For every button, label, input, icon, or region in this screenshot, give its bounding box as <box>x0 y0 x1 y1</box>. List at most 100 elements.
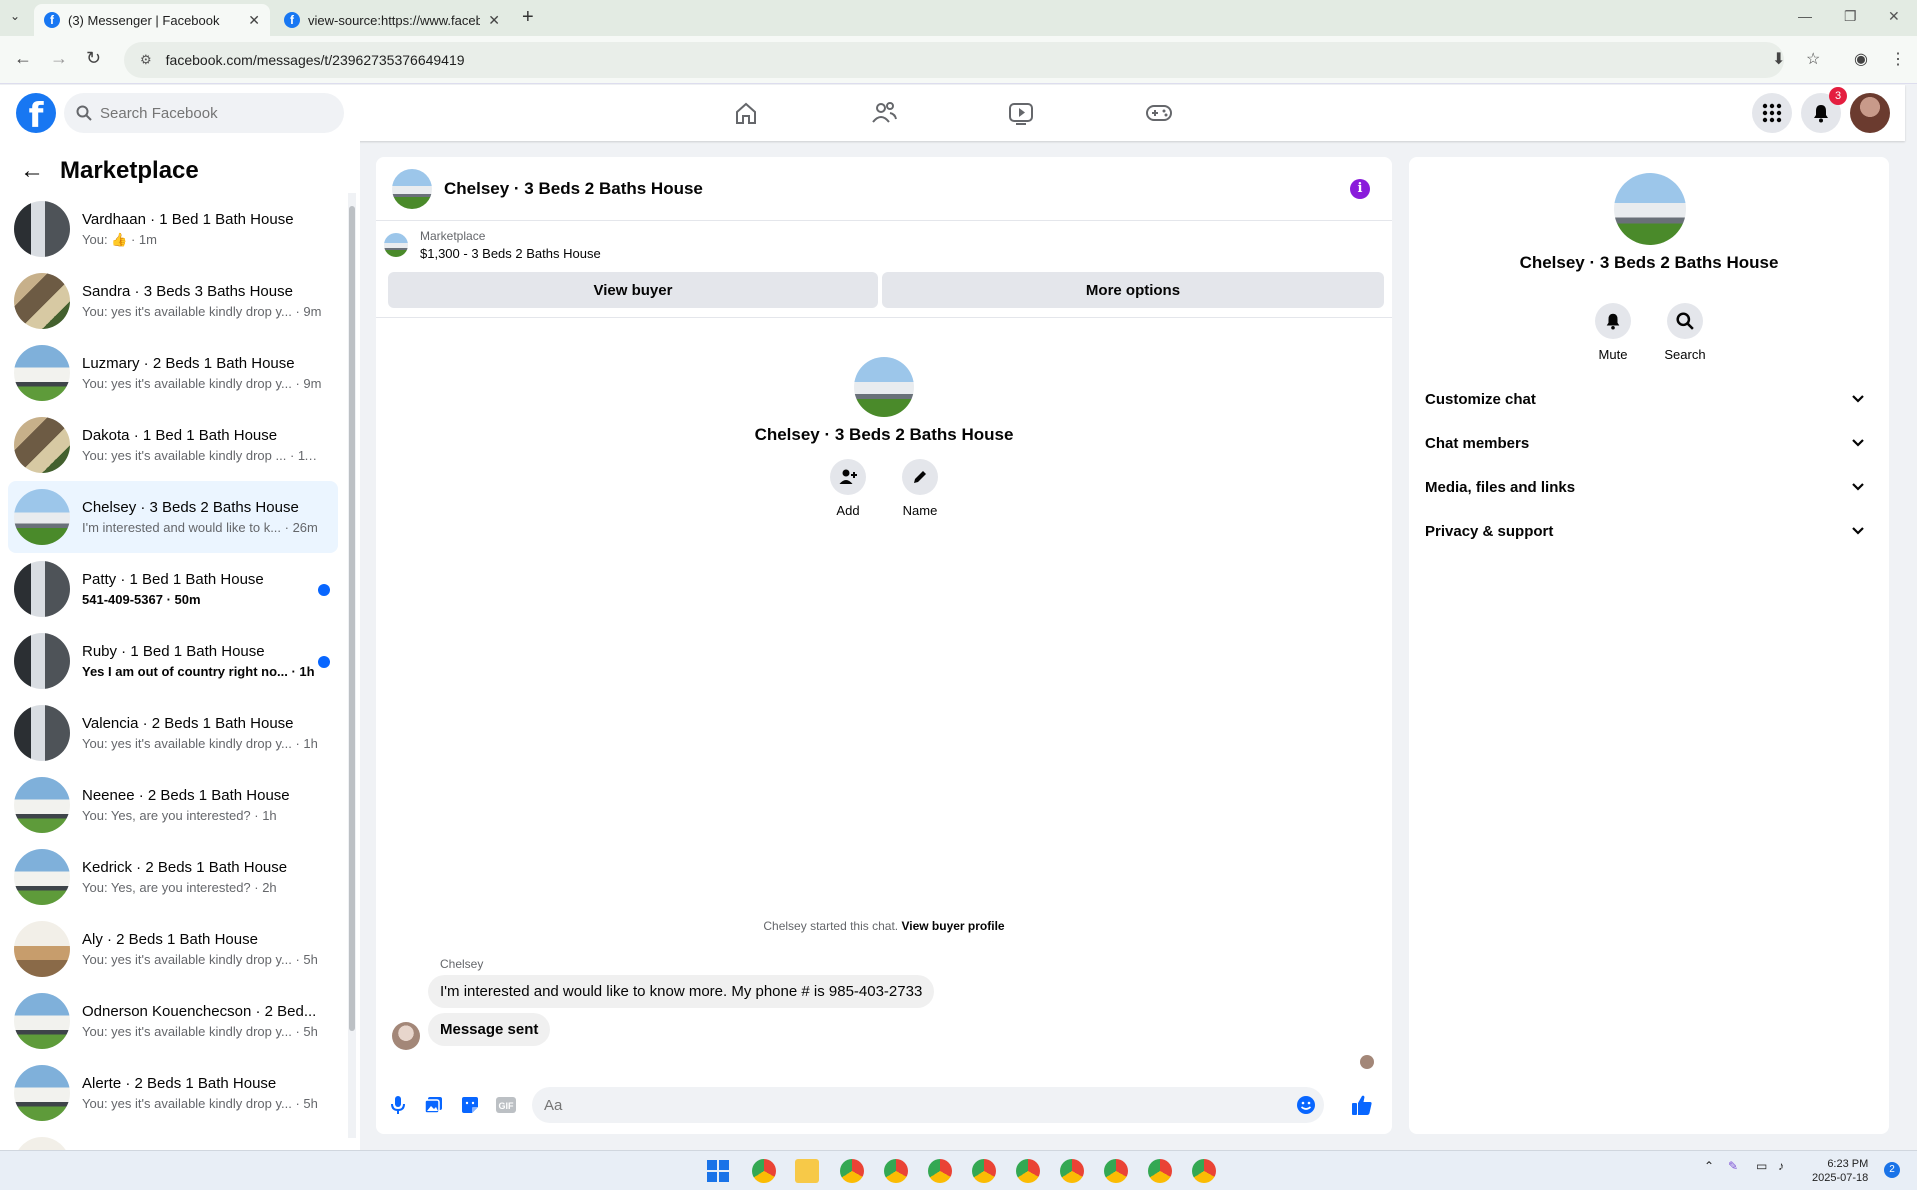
chat-title[interactable]: Chelsey · 3 Beds 2 Baths House <box>444 179 703 199</box>
notifications-button[interactable]: 3 <box>1801 87 1847 133</box>
bell-icon <box>1606 313 1620 330</box>
mute-button[interactable]: Mute <box>1595 303 1631 362</box>
conversation-item[interactable]: Sandra · 3 Beds 3 Baths House You: yes it… <box>8 265 338 337</box>
windows-start-icon[interactable] <box>706 1159 730 1183</box>
grid-menu-icon <box>1762 103 1782 123</box>
url-field[interactable]: ⚙ facebook.com/messages/t/23962735376649… <box>124 42 1784 78</box>
profile-icon[interactable]: ◉ <box>1854 49 1868 69</box>
friends-nav[interactable] <box>864 95 904 131</box>
bookmark-star-icon[interactable]: ☆ <box>1806 49 1820 69</box>
menu-kebab-icon[interactable]: ⋮ <box>1890 49 1906 69</box>
system-clock[interactable]: 6:23 PM 2025-07-18 <box>1812 1157 1868 1185</box>
conversation-item[interactable]: Jhonny · 3 Beds 1 Bath House <box>8 1129 338 1150</box>
site-info-icon[interactable]: ⚙ <box>140 52 152 68</box>
view-buyer-button[interactable]: View buyer <box>388 272 878 308</box>
conversation-item[interactable]: Patty · 1 Bed 1 Bath House 541-409-5367 ·… <box>8 553 338 625</box>
tab-title: (3) Messenger | Facebook <box>68 12 220 28</box>
emoji-icon[interactable] <box>1296 1095 1316 1115</box>
close-tab-icon[interactable]: ✕ <box>488 12 500 29</box>
notification-center-badge[interactable]: 2 <box>1884 1162 1900 1178</box>
facebook-header: f 3 <box>0 85 1905 141</box>
conversation-item[interactable]: Luzmary · 2 Beds 1 Bath House You: yes it… <box>8 337 338 409</box>
install-icon[interactable]: ⬇ <box>1772 49 1785 69</box>
add-people-button[interactable]: Add <box>830 459 866 518</box>
marketplace-listing-bar[interactable]: Marketplace $1,300 - 3 Beds 2 Baths Hous… <box>384 229 601 261</box>
chrome-icon[interactable] <box>928 1159 952 1183</box>
details-section-row[interactable]: Chat members <box>1425 421 1873 465</box>
tab-search-icon[interactable]: ⌄ <box>10 9 20 23</box>
voice-clip-button[interactable] <box>380 1095 416 1115</box>
conversation-thumbnail <box>14 489 70 545</box>
conversation-item[interactable]: Vardhaan · 1 Bed 1 Bath House You: 👍 · 1m <box>8 193 338 265</box>
chat-header-thumbnail[interactable] <box>392 168 432 209</box>
search-in-chat-button[interactable]: Search <box>1664 303 1706 362</box>
chrome-icon[interactable] <box>752 1159 776 1183</box>
name-chat-button[interactable]: Name <box>902 459 938 518</box>
message-input[interactable] <box>544 1096 1264 1114</box>
tray-chevron-icon[interactable]: ⌃ <box>1704 1159 1714 1173</box>
chat-panel: Chelsey · 3 Beds 2 Baths House i Marketp… <box>376 157 1392 1134</box>
details-section-row[interactable]: Privacy & support <box>1425 509 1873 553</box>
chrome-icon[interactable] <box>1192 1159 1216 1183</box>
chrome-icon[interactable] <box>1060 1159 1084 1183</box>
more-options-button[interactable]: More options <box>882 272 1384 308</box>
conversation-item[interactable]: Kedrick · 2 Beds 1 Bath House You: Yes, a… <box>8 841 338 913</box>
conversation-name: Luzmary · 2 Beds 1 Bath House <box>82 355 295 372</box>
minimize-icon[interactable]: — <box>1798 8 1812 24</box>
chrome-icon[interactable] <box>1016 1159 1040 1183</box>
chat-details-panel: Chelsey · 3 Beds 2 Baths House Mute Sear… <box>1409 157 1889 1134</box>
file-explorer-icon[interactable] <box>795 1159 819 1183</box>
view-buyer-profile-link[interactable]: View buyer profile <box>901 919 1004 933</box>
chrome-icon[interactable] <box>884 1159 908 1183</box>
back-arrow-icon[interactable]: ← <box>20 157 44 185</box>
menu-button[interactable] <box>1752 93 1792 133</box>
message-input-box[interactable] <box>532 1087 1324 1123</box>
chrome-icon[interactable] <box>840 1159 864 1183</box>
conversation-item[interactable]: Alerte · 2 Beds 1 Bath House You: yes it'… <box>8 1057 338 1129</box>
facebook-logo-icon[interactable]: f <box>16 93 56 133</box>
search-input[interactable] <box>100 104 320 122</box>
conversation-item[interactable]: Dakota · 1 Bed 1 Bath House You: yes it's… <box>8 409 338 481</box>
conversation-item[interactable]: Aly · 2 Beds 1 Bath House You: yes it's a… <box>8 913 338 985</box>
conversation-item[interactable]: Valencia · 2 Beds 1 Bath House You: yes i… <box>8 697 338 769</box>
sidebar-scroll-thumb[interactable] <box>349 206 355 1031</box>
reload-icon[interactable]: ↻ <box>86 48 101 69</box>
account-avatar[interactable] <box>1850 93 1890 133</box>
gaming-nav[interactable] <box>1139 95 1179 131</box>
details-actions: Mute Search <box>1409 303 1889 362</box>
back-icon[interactable]: ← <box>14 48 32 69</box>
search-label: Search <box>1664 347 1706 362</box>
network-icon[interactable]: ▭ <box>1756 1159 1767 1173</box>
message-bubble[interactable]: Message sent <box>428 1013 551 1046</box>
details-section-row[interactable]: Customize chat <box>1425 377 1873 421</box>
close-tab-icon[interactable]: ✕ <box>248 12 260 29</box>
details-section-row[interactable]: Media, files and links <box>1425 465 1873 509</box>
search-box[interactable] <box>64 93 344 133</box>
chrome-icon[interactable] <box>972 1159 996 1183</box>
new-tab-icon[interactable]: + <box>522 6 534 29</box>
conversation-item[interactable]: Neenee · 2 Beds 1 Bath House You: Yes, ar… <box>8 769 338 841</box>
browser-tab-view-source[interactable]: f view-source:https://www.faceb ✕ <box>274 4 510 36</box>
info-icon[interactable]: i <box>1350 179 1370 199</box>
close-window-icon[interactable]: ✕ <box>1888 8 1900 25</box>
forward-icon[interactable]: → <box>50 48 68 69</box>
conversation-item[interactable]: Ruby · 1 Bed 1 Bath House Yes I am out of… <box>8 625 338 697</box>
conversation-snippet: You: yes it's available kindly drop y...… <box>82 952 318 967</box>
conversation-item[interactable]: Chelsey · 3 Beds 2 Baths House I'm intere… <box>8 481 338 553</box>
message-bubble[interactable]: I'm interested and would like to know mo… <box>428 975 935 1008</box>
pen-icon[interactable]: ✎ <box>1728 1159 1738 1173</box>
sender-avatar[interactable] <box>392 1022 420 1050</box>
video-nav[interactable] <box>1001 95 1041 131</box>
attach-photo-button[interactable] <box>416 1095 452 1115</box>
chrome-icon[interactable] <box>1148 1159 1172 1183</box>
gif-button[interactable]: GIF <box>488 1096 524 1114</box>
restore-icon[interactable]: ❐ <box>1844 8 1857 25</box>
home-nav[interactable] <box>726 95 766 131</box>
sidebar-header: ← Marketplace <box>20 157 199 185</box>
sticker-button[interactable] <box>452 1095 488 1115</box>
like-send-button[interactable] <box>1344 1087 1380 1123</box>
browser-tab-messenger[interactable]: f (3) Messenger | Facebook ✕ <box>34 4 270 36</box>
chrome-icon[interactable] <box>1104 1159 1128 1183</box>
conversation-item[interactable]: Odnerson Kouenchecson · 2 Bed... You: yes… <box>8 985 338 1057</box>
volume-icon[interactable]: ♪ <box>1778 1159 1784 1173</box>
